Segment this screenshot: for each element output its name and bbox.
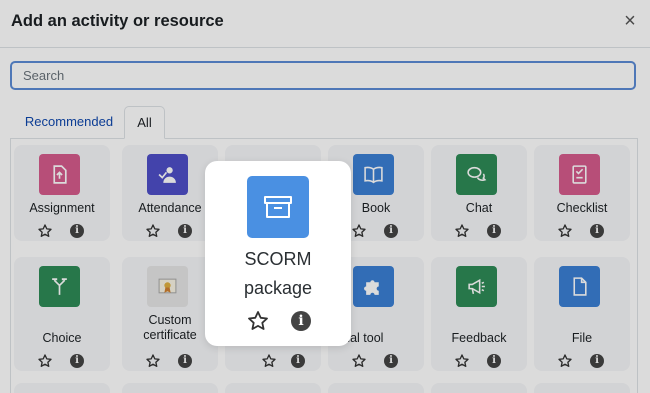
puzzle-icon — [353, 266, 394, 307]
tab-recommended[interactable]: Recommended — [15, 106, 123, 138]
tile-label: Choice — [42, 331, 82, 345]
tile-row3[interactable] — [431, 383, 527, 393]
book-icon — [353, 154, 394, 195]
info-icon[interactable]: i — [291, 311, 311, 331]
tile-checklist[interactable]: Checklist i — [534, 145, 630, 241]
info-icon[interactable]: i — [70, 224, 84, 238]
tile-label: Checklist — [556, 201, 608, 215]
tile-row3[interactable] — [122, 383, 218, 393]
star-icon[interactable] — [246, 309, 270, 333]
tile-row3[interactable] — [225, 383, 321, 393]
info-icon[interactable]: i — [291, 354, 305, 368]
tile-feedback[interactable]: Feedback i — [431, 257, 527, 371]
tile-choice[interactable]: Choice i — [14, 257, 110, 371]
megaphone-icon — [456, 266, 497, 307]
dialog-title: Add an activity or resource — [11, 12, 224, 30]
info-icon[interactable]: i — [70, 354, 84, 368]
info-icon[interactable]: i — [178, 354, 192, 368]
info-icon[interactable]: i — [178, 224, 192, 238]
star-icon[interactable] — [145, 223, 161, 239]
tile-label: Assignment — [29, 201, 95, 215]
star-icon[interactable] — [351, 353, 367, 369]
tile-row3[interactable] — [328, 383, 424, 393]
info-icon[interactable]: i — [487, 224, 501, 238]
tile-label: Feedback — [451, 331, 507, 345]
tile-label: Custom certificate — [143, 313, 197, 342]
info-icon[interactable]: i — [384, 354, 398, 368]
tab-all[interactable]: All — [124, 106, 165, 139]
tile-scorm-package-highlight[interactable]: SCORM package i — [205, 161, 351, 346]
attendance-icon — [147, 154, 188, 195]
tile-label: SCORM package — [243, 249, 313, 298]
info-icon[interactable]: i — [590, 354, 604, 368]
chat-icon — [456, 154, 497, 195]
certificate-icon — [147, 266, 188, 307]
tile-attendance[interactable]: Attendance i — [122, 145, 218, 241]
package-icon — [247, 176, 309, 238]
star-icon[interactable] — [351, 223, 367, 239]
tile-label: Attendance — [138, 201, 202, 215]
tile-row3[interactable] — [534, 383, 630, 393]
info-icon[interactable]: i — [487, 354, 501, 368]
tab-bar: Recommended All — [10, 106, 638, 139]
tile-custom-certificate[interactable]: Custom certificate i — [122, 257, 218, 371]
info-icon[interactable]: i — [590, 224, 604, 238]
star-icon[interactable] — [454, 223, 470, 239]
search-input[interactable] — [10, 61, 636, 90]
close-icon[interactable]: × — [621, 11, 639, 31]
file-icon — [559, 266, 600, 307]
checklist-icon — [559, 154, 600, 195]
dialog-header: Add an activity or resource × — [0, 0, 650, 48]
tile-file[interactable]: File i — [534, 257, 630, 371]
choice-icon — [39, 266, 80, 307]
star-icon[interactable] — [261, 353, 277, 369]
tile-row3[interactable] — [14, 383, 110, 393]
star-icon[interactable] — [145, 353, 161, 369]
tile-chat[interactable]: Chat i — [431, 145, 527, 241]
star-icon[interactable] — [37, 223, 53, 239]
assignment-icon — [39, 154, 80, 195]
tile-label: Chat — [465, 201, 493, 215]
tile-assignment[interactable]: Assignment i — [14, 145, 110, 241]
tile-label: File — [571, 331, 593, 345]
star-icon[interactable] — [557, 223, 573, 239]
info-icon[interactable]: i — [384, 224, 398, 238]
star-icon[interactable] — [454, 353, 470, 369]
star-icon[interactable] — [37, 353, 53, 369]
star-icon[interactable] — [557, 353, 573, 369]
